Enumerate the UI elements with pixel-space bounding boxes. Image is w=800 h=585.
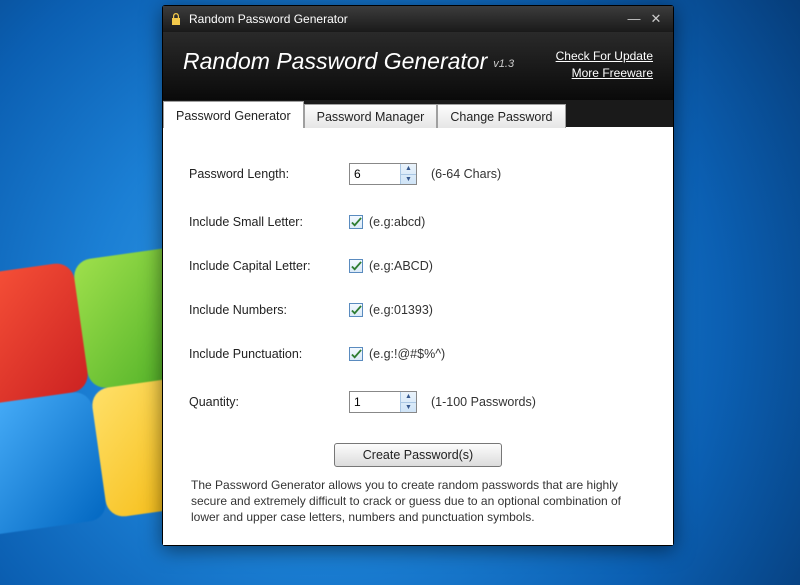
capital-letter-label: Include Capital Letter: [189,259,349,273]
tab-strip: Password Generator Password Manager Chan… [163,100,673,127]
window-title: Random Password Generator [189,12,623,26]
description-text: The Password Generator allows you to cre… [189,477,647,531]
punctuation-label: Include Punctuation: [189,347,349,361]
tab-password-generator[interactable]: Password Generator [163,101,304,128]
spinner-down-icon[interactable]: ▼ [401,175,416,185]
minimize-button[interactable]: — [623,10,645,28]
more-freeware-link[interactable]: More Freeware [556,65,653,82]
spinner-up-icon[interactable]: ▲ [401,392,416,403]
app-window: Random Password Generator — ✕ Random Pas… [162,5,674,546]
capital-letter-checkbox[interactable] [349,259,363,273]
check-icon [351,261,362,272]
check-icon [351,217,362,228]
header-links: Check For Update More Freeware [556,48,653,82]
row-quantity: Quantity: ▲ ▼ (1-100 Passwords) [189,391,647,413]
create-passwords-button[interactable]: Create Password(s) [334,443,502,467]
password-length-hint: (6-64 Chars) [431,167,501,181]
numbers-checkbox[interactable] [349,303,363,317]
quantity-spinner[interactable]: ▲ ▼ [349,391,417,413]
password-length-spinner[interactable]: ▲ ▼ [349,163,417,185]
numbers-label: Include Numbers: [189,303,349,317]
punctuation-example: (e.g:!@#$%^) [369,347,445,361]
row-password-length: Password Length: ▲ ▼ (6-64 Chars) [189,163,647,185]
row-capital-letter: Include Capital Letter: (e.g:ABCD) [189,259,647,273]
app-version: v1.3 [493,58,514,70]
small-letter-label: Include Small Letter: [189,215,349,229]
punctuation-checkbox[interactable] [349,347,363,361]
tab-password-manager[interactable]: Password Manager [304,104,438,128]
small-letter-checkbox[interactable] [349,215,363,229]
row-small-letter: Include Small Letter: (e.g:abcd) [189,215,647,229]
password-length-input[interactable] [350,164,400,184]
quantity-input[interactable] [350,392,400,412]
spinner-down-icon[interactable]: ▼ [401,403,416,413]
quantity-hint: (1-100 Passwords) [431,395,536,409]
check-icon [351,305,362,316]
check-icon [351,349,362,360]
tab-content: Password Length: ▲ ▼ (6-64 Chars) Includ… [163,127,673,545]
quantity-label: Quantity: [189,395,349,409]
app-header: Random Password Generator v1.3 Check For… [163,32,673,100]
capital-letter-example: (e.g:ABCD) [369,259,433,273]
create-button-row: Create Password(s) [189,443,647,467]
row-punctuation: Include Punctuation: (e.g:!@#$%^) [189,347,647,361]
app-title: Random Password Generator [183,48,487,75]
password-length-label: Password Length: [189,167,349,181]
close-button[interactable]: ✕ [645,10,667,28]
tab-change-password[interactable]: Change Password [437,104,565,128]
lock-icon [169,12,183,26]
window-titlebar[interactable]: Random Password Generator — ✕ [163,6,673,32]
row-numbers: Include Numbers: (e.g:01393) [189,303,647,317]
numbers-example: (e.g:01393) [369,303,433,317]
spinner-up-icon[interactable]: ▲ [401,164,416,175]
check-update-link[interactable]: Check For Update [556,48,653,65]
small-letter-example: (e.g:abcd) [369,215,425,229]
